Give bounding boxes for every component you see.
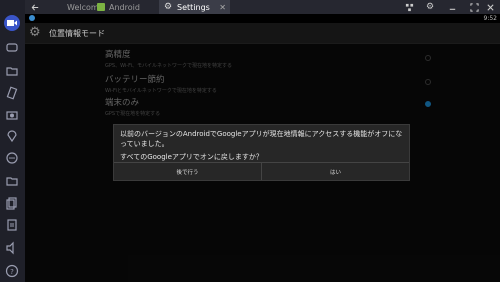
close-icon[interactable]: ✕	[219, 3, 226, 12]
status-bar: 9:52	[25, 14, 500, 23]
camera-icon[interactable]	[4, 107, 20, 123]
folder-icon[interactable]	[4, 63, 20, 79]
more-icon[interactable]	[4, 150, 20, 166]
later-button[interactable]: 後で行う	[114, 163, 261, 180]
location-icon[interactable]	[4, 128, 20, 144]
dialog-question: すべてのGoogleアプリでオンに戻しますか？	[120, 153, 263, 161]
network-icon[interactable]	[404, 2, 414, 12]
help-icon[interactable]: ?	[4, 263, 20, 279]
svg-text:?: ?	[10, 268, 14, 276]
open-folder-icon[interactable]	[4, 173, 20, 189]
yes-button[interactable]: はい	[261, 163, 409, 180]
clock: 9:52	[483, 15, 497, 22]
sidebar: ?	[0, 0, 25, 282]
chat-icon[interactable]	[4, 40, 20, 56]
back-arrow-icon[interactable]	[30, 2, 40, 12]
minimize-icon[interactable]	[447, 2, 457, 12]
settings-gear-icon[interactable]: ⚙	[29, 26, 41, 40]
gear-icon: ⚙	[164, 2, 173, 12]
dialog-button-bar: 後で行う はい	[114, 162, 409, 180]
rotate-icon[interactable]	[4, 85, 20, 101]
dialog-message: 以前のバージョンのAndroidでGoogleアプリが現在地情報にアクセスする機…	[120, 130, 403, 148]
window-tab-bar: Welcome Android ⚙ Settings ✕ ⚙	[25, 0, 500, 14]
tab-settings-label: Settings	[177, 2, 210, 12]
window-close-icon[interactable]	[485, 2, 495, 12]
notification-icon	[29, 15, 35, 21]
page-title: 位置情報モード	[49, 29, 105, 38]
tab-settings[interactable]: ⚙ Settings ✕	[159, 0, 230, 14]
copy-icon[interactable]	[4, 195, 20, 211]
volume-icon[interactable]	[4, 240, 20, 256]
settings-gear-icon[interactable]: ⚙	[425, 2, 435, 12]
fullscreen-icon[interactable]	[469, 2, 479, 12]
tab-android-label: Android	[109, 2, 140, 12]
location-access-dialog: 以前のバージョンのAndroidでGoogleアプリが現在地情報にアクセスする機…	[113, 124, 410, 181]
video-camera-icon[interactable]	[4, 15, 20, 31]
paste-icon[interactable]	[4, 217, 20, 233]
tab-android[interactable]: Android	[93, 0, 157, 14]
android-icon	[97, 3, 105, 11]
action-bar: ⚙ 位置情報モード	[25, 23, 500, 44]
